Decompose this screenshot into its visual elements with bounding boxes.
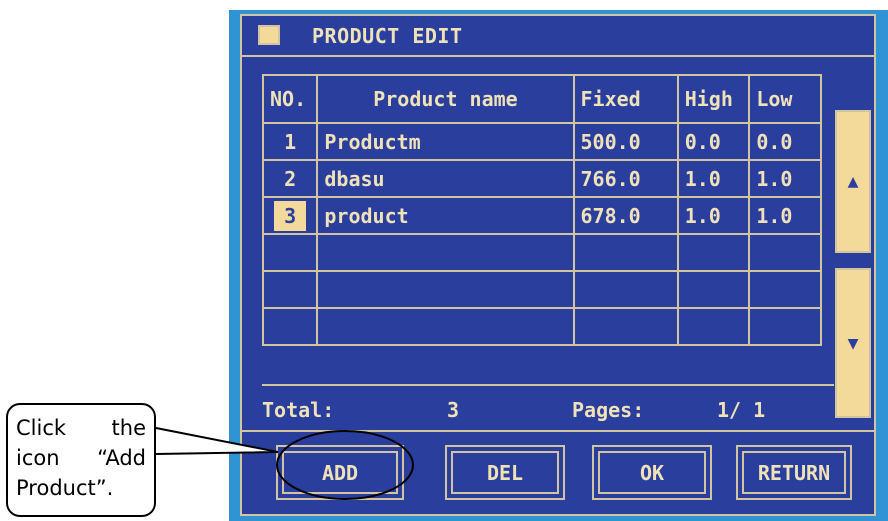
callout-text: Click the icon “Add Product”. — [16, 416, 146, 500]
add-highlight-ellipse — [276, 430, 414, 500]
callout-tail — [155, 427, 279, 455]
callout-box: Click the icon “Add Product”. — [6, 403, 156, 517]
